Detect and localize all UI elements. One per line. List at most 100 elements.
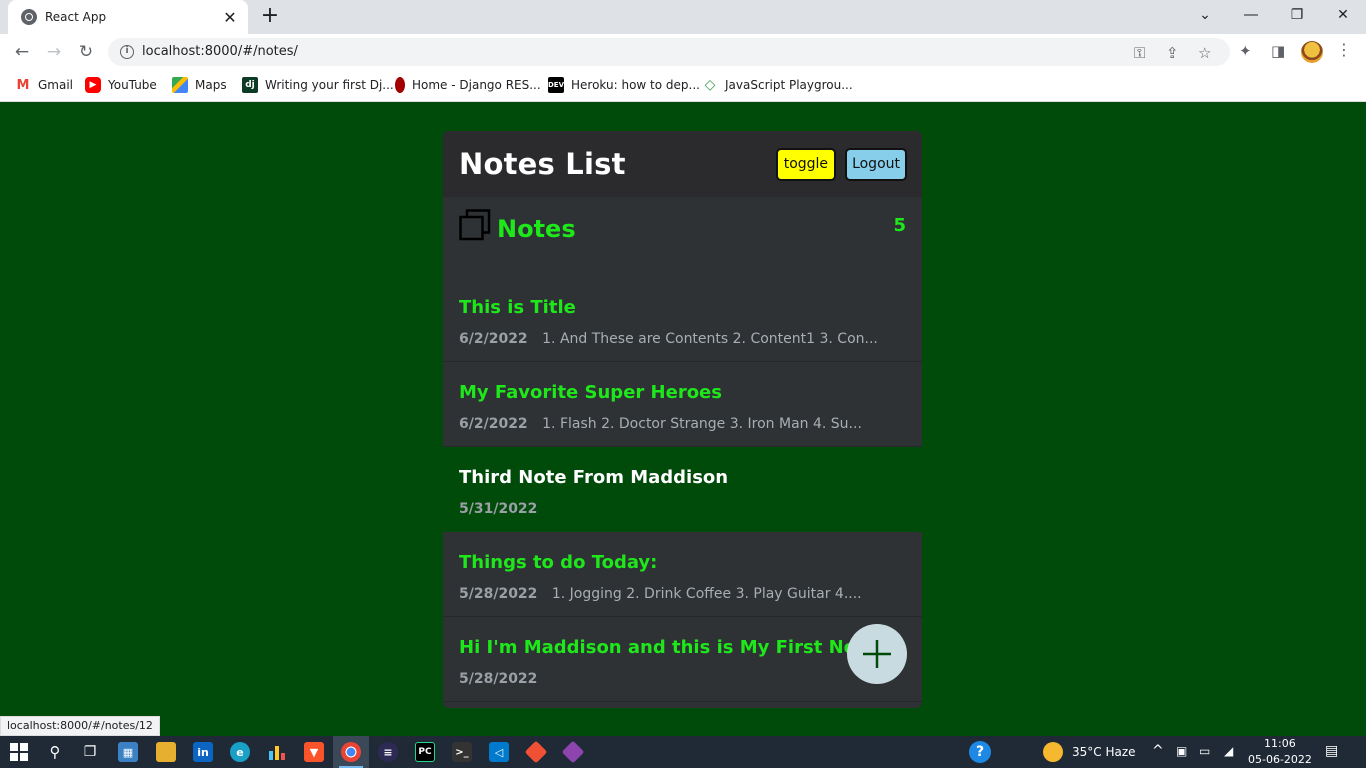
help-icon[interactable]: ? <box>969 741 991 763</box>
brave-icon[interactable]: ▼ <box>304 742 324 762</box>
maps-icon <box>172 77 188 93</box>
weather-text[interactable]: 35°C Haze <box>1072 745 1136 759</box>
note-preview: 1. Jogging 2. Drink Coffee 3. Play Guita… <box>551 586 862 602</box>
new-tab-button[interactable]: + <box>258 4 282 28</box>
note-title: My Favorite Super Heroes <box>459 382 722 403</box>
edge-icon[interactable]: e <box>230 742 250 762</box>
search-icon[interactable]: ⚲ <box>45 742 65 762</box>
windows-taskbar: ⚲ ❐ ▦ in e ▼ ≡ PC >_ ◁ ? 35°C Haze ^ ▣ ▭… <box>0 736 1366 768</box>
reload-icon[interactable]: ↻ <box>74 40 98 64</box>
note-list-item[interactable]: My Favorite Super Heroes 6/2/2022 1. Fla… <box>443 362 922 447</box>
clock-date[interactable]: 05-06-2022 <box>1248 753 1312 766</box>
add-note-button[interactable] <box>847 624 907 684</box>
weather-icon[interactable] <box>1043 742 1063 762</box>
bookmark-star-icon[interactable]: ☆ <box>1198 44 1211 62</box>
notes-app: Notes List toggle Logout Notes 5 This is… <box>443 131 922 708</box>
wifi-icon[interactable]: ◢ <box>1224 744 1233 758</box>
site-info-icon[interactable]: i <box>120 45 134 59</box>
note-preview: 1. Flash 2. Doctor Strange 3. Iron Man 4… <box>542 416 862 432</box>
tab-title: React App <box>45 10 107 24</box>
app-header: Notes List toggle Logout <box>443 131 922 197</box>
clock-time[interactable]: 11:06 <box>1264 737 1296 750</box>
profile-avatar[interactable] <box>1301 41 1323 63</box>
store-icon[interactable]: ▦ <box>118 742 138 762</box>
note-meta: 6/2/2022 1. And These are Contents 2. Co… <box>459 331 878 347</box>
note-list-item[interactable]: Things to do Today: 5/28/2022 1. Jogging… <box>443 532 922 617</box>
playground-icon: ◇ <box>704 77 716 93</box>
git-icon[interactable] <box>524 740 548 764</box>
back-icon[interactable]: ← <box>10 40 34 64</box>
vscode-icon[interactable]: ◁ <box>489 742 509 762</box>
notifications-icon[interactable]: ▤ <box>1325 743 1338 759</box>
key-icon[interactable]: ⚿ <box>1134 44 1145 62</box>
page-title: Notes List <box>459 147 626 181</box>
django-icon: dj <box>242 77 258 93</box>
notes-count-badge: 5 <box>893 215 906 236</box>
note-date: 6/2/2022 <box>459 416 528 432</box>
note-meta: 6/2/2022 1. Flash 2. Doctor Strange 3. I… <box>459 416 862 432</box>
note-list-item-hovered[interactable]: Third Note From Maddison 5/31/2022 <box>443 447 922 532</box>
gmail-icon: M <box>15 77 31 93</box>
note-meta: 5/28/2022 1. Jogging 2. Drink Coffee 3. … <box>459 586 862 602</box>
eclipse-icon[interactable]: ≡ <box>378 742 398 762</box>
browser-toolbar: ← → ↻ i localhost:8000/#/notes/ ⚿ ⇪ ☆ <box>0 34 1366 70</box>
tab-search-icon[interactable]: ⌄ <box>1182 0 1228 30</box>
windows-start-icon[interactable] <box>9 742 29 762</box>
battery-icon[interactable]: ▭ <box>1199 744 1210 758</box>
bookmarks-bar: M Gmail ▶ YouTube Maps dj Writing your f… <box>0 70 1366 102</box>
note-title: Things to do Today: <box>459 552 658 573</box>
bookmark-js-playground[interactable]: ◇ JavaScript Playgrou... <box>702 77 853 93</box>
chrome-icon[interactable] <box>341 742 361 762</box>
note-meta: 5/28/2022 <box>459 671 547 687</box>
note-title: Hi I'm Maddison and this is My First Not… <box>459 637 877 658</box>
chevron-up-icon[interactable]: ^ <box>1152 743 1164 759</box>
globe-icon <box>21 9 37 25</box>
file-explorer-icon[interactable] <box>156 742 176 762</box>
menu-icon[interactable]: ⋮ <box>1336 40 1352 59</box>
address-bar[interactable]: i localhost:8000/#/notes/ ⚿ ⇪ ☆ <box>108 38 1230 66</box>
task-view-icon[interactable]: ❐ <box>80 742 100 762</box>
link-status-bar: localhost:8000/#/notes/12 <box>0 716 160 736</box>
note-preview: 1. And These are Contents 2. Content1 3.… <box>542 331 878 347</box>
bookmark-django-tutorial[interactable]: dj Writing your first Dj... <box>242 77 394 93</box>
django-rest-icon <box>395 77 405 93</box>
browser-tab[interactable]: React App ✕ <box>8 0 248 34</box>
chart-app-icon[interactable] <box>267 742 287 762</box>
linkedin-icon[interactable]: in <box>193 742 213 762</box>
notes-header: Notes 5 <box>443 197 922 277</box>
youtube-icon: ▶ <box>85 77 101 93</box>
note-date: 5/31/2022 <box>459 501 538 517</box>
note-title: Third Note From Maddison <box>459 467 729 488</box>
bookmark-django-rest[interactable]: Home - Django RES... <box>395 77 541 93</box>
minimize-icon[interactable]: ― <box>1228 0 1274 30</box>
plus-icon <box>863 640 891 668</box>
extensions-icon[interactable]: ✦ <box>1239 42 1252 60</box>
tab-strip: React App ✕ + ⌄ ― ❐ ✕ <box>0 0 1366 34</box>
notes-stack-icon <box>459 209 491 241</box>
toggle-button[interactable]: toggle <box>775 147 837 181</box>
pycharm-icon[interactable]: PC <box>415 742 435 762</box>
note-list-item[interactable]: This is Title 6/2/2022 1. And These are … <box>443 277 922 362</box>
note-date: 5/28/2022 <box>459 671 538 687</box>
note-date: 5/28/2022 <box>459 586 538 602</box>
close-window-icon[interactable]: ✕ <box>1320 0 1366 30</box>
git-gui-icon[interactable] <box>561 740 585 764</box>
note-meta: 5/31/2022 <box>459 501 547 517</box>
bookmark-gmail[interactable]: M Gmail <box>15 77 73 93</box>
tab-close-icon[interactable]: ✕ <box>222 8 238 27</box>
meet-icon[interactable]: ▣ <box>1176 744 1187 758</box>
notes-section-title: Notes <box>497 215 576 243</box>
forward-icon[interactable]: → <box>42 40 66 64</box>
terminal-icon[interactable]: >_ <box>452 742 472 762</box>
bookmark-youtube[interactable]: ▶ YouTube <box>85 77 157 93</box>
bookmark-maps[interactable]: Maps <box>172 77 227 93</box>
note-date: 6/2/2022 <box>459 331 528 347</box>
restore-icon[interactable]: ❐ <box>1274 0 1320 30</box>
address-url[interactable]: localhost:8000/#/notes/ <box>142 44 298 59</box>
dev-icon: DEV <box>548 77 564 93</box>
share-icon[interactable]: ⇪ <box>1166 44 1179 62</box>
bookmark-heroku[interactable]: DEV Heroku: how to dep... <box>548 77 700 93</box>
side-panel-icon[interactable]: ◨ <box>1271 42 1285 60</box>
note-title: This is Title <box>459 297 576 318</box>
logout-button[interactable]: Logout <box>845 147 907 181</box>
